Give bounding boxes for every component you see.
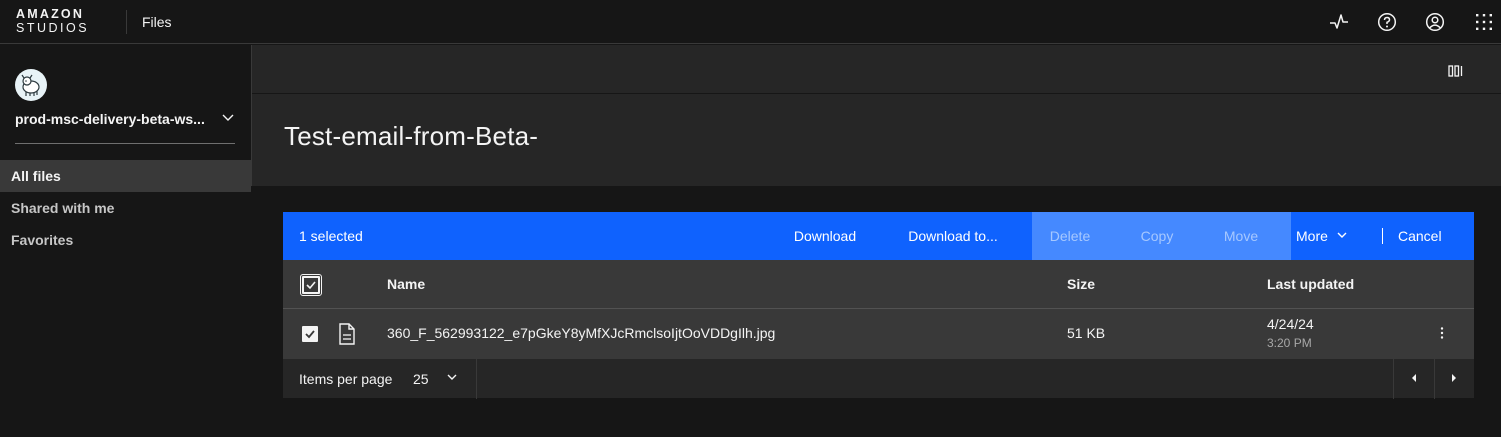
action-bar-divider — [1382, 228, 1383, 244]
topbar-divider — [126, 10, 127, 34]
items-per-page-value: 25 — [413, 371, 429, 387]
chevron-down-icon — [1336, 228, 1348, 244]
user-profile-icon[interactable] — [1423, 10, 1447, 34]
caret-right-icon — [1450, 370, 1458, 388]
header-toolbar — [252, 45, 1501, 94]
file-time: 3:20 PM — [1267, 336, 1312, 350]
logo-line-2: STUDIOS — [16, 20, 90, 35]
sidebar-item-shared-with-me[interactable]: Shared with me — [0, 192, 251, 224]
workspace-name: prod-msc-delivery-beta-ws... — [15, 111, 205, 127]
overflow-menu-icon[interactable] — [1439, 325, 1445, 344]
chevron-down-icon — [446, 370, 458, 388]
page-header: Test-email-from-Beta- — [251, 45, 1501, 186]
download-to-label: Download to... — [908, 228, 998, 244]
copy-button[interactable]: Copy — [1121, 212, 1193, 260]
workspace-avatar — [15, 69, 47, 101]
download-label: Download — [793, 228, 857, 244]
column-view-icon[interactable] — [1448, 64, 1464, 83]
cancel-label: Cancel — [1398, 228, 1442, 244]
select-all-checkbox[interactable] — [300, 274, 322, 296]
file-name[interactable]: 360_F_562993122_e7pGkeY8yMfXJcRmclsoIjtO… — [387, 325, 775, 341]
table-header: Name Size Last updated — [283, 260, 1474, 308]
sidebar-divider — [15, 143, 235, 144]
sidebar-nav: All files Shared with me Favorites — [0, 160, 251, 256]
top-navigation-bar: AMAZON STUDIOS Files — [0, 0, 1501, 44]
chevron-down-icon — [221, 110, 235, 129]
download-button[interactable]: Download — [775, 212, 875, 260]
logo-line-1: AMAZON — [16, 7, 85, 21]
main-content: Test-email-from-Beta- 1 selected Downloa… — [251, 45, 1501, 437]
move-label: Move — [1223, 228, 1259, 244]
pagination: Items per page 25 — [283, 358, 1474, 399]
delete-label: Delete — [1049, 228, 1091, 244]
document-icon — [338, 323, 356, 348]
help-icon[interactable] — [1375, 10, 1399, 34]
files-table: 1 selected Download Download to... Delet… — [283, 212, 1474, 399]
sidebar-item-all-files[interactable]: All files — [0, 160, 251, 192]
pagination-divider — [476, 359, 477, 399]
app-switcher-icon[interactable] — [1472, 10, 1496, 34]
copy-label: Copy — [1140, 228, 1174, 244]
items-per-page-select[interactable]: 25 — [413, 359, 475, 399]
cancel-button[interactable]: Cancel — [1388, 212, 1452, 260]
caret-left-icon — [1410, 370, 1418, 388]
activity-icon[interactable] — [1327, 10, 1351, 34]
sidebar: prod-msc-delivery-beta-ws... All files S… — [0, 45, 251, 437]
workspace-selector[interactable]: prod-msc-delivery-beta-ws... — [15, 108, 235, 130]
more-label: More — [1296, 228, 1328, 244]
file-date: 4/24/24 — [1267, 316, 1314, 332]
column-header-last-updated[interactable]: Last updated — [1267, 276, 1354, 292]
move-button[interactable]: Move — [1205, 212, 1277, 260]
delete-button[interactable]: Delete — [1032, 212, 1108, 260]
page-title: Test-email-from-Beta- — [284, 121, 539, 151]
sidebar-item-label: Shared with me — [11, 200, 115, 216]
file-size: 51 KB — [1067, 325, 1106, 341]
table-row[interactable]: 360_F_562993122_e7pGkeY8yMfXJcRmclsoIjtO… — [283, 308, 1474, 358]
amazon-studios-logo[interactable]: AMAZON STUDIOS — [16, 8, 98, 34]
sidebar-item-favorites[interactable]: Favorites — [0, 224, 251, 256]
download-to-button[interactable]: Download to... — [891, 212, 1015, 260]
more-menu-button[interactable]: More — [1296, 212, 1364, 260]
row-checkbox[interactable] — [302, 326, 318, 342]
previous-page-button[interactable] — [1394, 359, 1434, 399]
app-name[interactable]: Files — [142, 14, 172, 30]
selected-count: 1 selected — [299, 228, 363, 244]
column-header-name[interactable]: Name — [387, 276, 425, 292]
items-per-page-label: Items per page — [299, 371, 393, 387]
sidebar-item-label: Favorites — [11, 232, 74, 248]
next-page-button[interactable] — [1434, 359, 1474, 399]
column-header-size[interactable]: Size — [1067, 276, 1095, 292]
batch-action-bar: 1 selected Download Download to... Delet… — [283, 212, 1474, 260]
sidebar-item-label: All files — [11, 168, 61, 184]
